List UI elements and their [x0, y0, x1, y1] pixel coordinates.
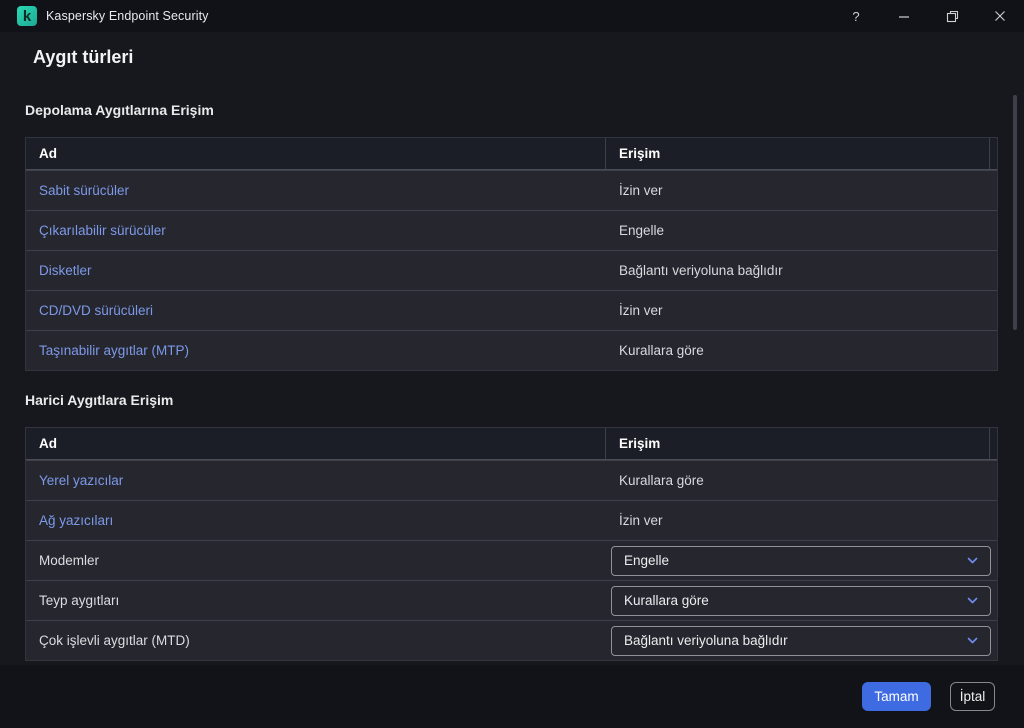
column-header-name[interactable]: Ad — [26, 428, 606, 459]
access-value: İzin ver — [619, 183, 663, 198]
device-link-cd-dvd-drives[interactable]: CD/DVD sürücüleri — [39, 303, 153, 318]
chevron-down-icon — [965, 593, 980, 608]
table-row: Disketler Bağlantı veriyoluna bağlıdır — [26, 250, 997, 290]
dialog-footer: Tamam İptal — [0, 665, 1024, 728]
dropdown-selected-value: Bağlantı veriyoluna bağlıdır — [624, 633, 965, 648]
chevron-down-icon — [965, 633, 980, 648]
access-value: Engelle — [619, 223, 664, 238]
access-dropdown-modems[interactable]: Engelle — [611, 546, 991, 576]
device-link-portable-devices-mtp[interactable]: Taşınabilir aygıtlar (MTP) — [39, 343, 189, 358]
table-row: Teyp aygıtları Kurallara göre — [26, 580, 997, 620]
section-heading-storage: Depolama Aygıtlarına Erişim — [25, 102, 998, 118]
column-header-name[interactable]: Ad — [26, 138, 606, 169]
ok-button[interactable]: Tamam — [862, 682, 931, 711]
titlebar: k Kaspersky Endpoint Security ? — [0, 0, 1024, 32]
access-value: İzin ver — [619, 303, 663, 318]
restore-icon — [946, 10, 959, 23]
column-header-access[interactable]: Erişim — [606, 428, 989, 459]
access-dropdown-multifunctional-devices[interactable]: Bağlantı veriyoluna bağlıdır — [611, 626, 991, 656]
table-row: Çıkarılabilir sürücüler Engelle — [26, 210, 997, 250]
logo-letter: k — [23, 9, 31, 24]
access-dropdown-tape-devices[interactable]: Kurallara göre — [611, 586, 991, 616]
table-row: Modemler Engelle — [26, 540, 997, 580]
table-header: Ad Erişim — [26, 138, 997, 170]
table-row: Yerel yazıcılar Kurallara göre — [26, 460, 997, 500]
vertical-scrollbar-thumb[interactable] — [1013, 95, 1017, 330]
device-link-hard-drives[interactable]: Sabit sürücüler — [39, 183, 129, 198]
close-button[interactable] — [976, 0, 1024, 32]
dropdown-selected-value: Engelle — [624, 553, 965, 568]
table-row: Sabit sürücüler İzin ver — [26, 170, 997, 210]
restore-button[interactable] — [928, 0, 976, 32]
kaspersky-logo-icon: k — [17, 6, 37, 26]
chevron-down-icon — [965, 553, 980, 568]
close-icon — [994, 10, 1006, 22]
table-row: Ağ yazıcıları İzin ver — [26, 500, 997, 540]
device-link-network-printers[interactable]: Ağ yazıcıları — [39, 513, 113, 528]
column-header-access[interactable]: Erişim — [606, 138, 989, 169]
device-name-multifunctional-devices: Çok işlevli aygıtlar (MTD) — [39, 633, 190, 648]
page-title: Aygıt türleri — [33, 46, 998, 68]
column-header-spacer — [989, 138, 997, 169]
access-value: Kurallara göre — [619, 343, 704, 358]
storage-devices-table: Ad Erişim Sabit sürücüler İzin ver Çıkar… — [25, 137, 998, 371]
app-title: Kaspersky Endpoint Security — [46, 9, 209, 23]
table-row: Çok işlevli aygıtlar (MTD) Bağlantı veri… — [26, 620, 997, 660]
external-devices-table: Ad Erişim Yerel yazıcılar Kurallara göre… — [25, 427, 998, 661]
table-header: Ad Erişim — [26, 428, 997, 460]
table-row: CD/DVD sürücüleri İzin ver — [26, 290, 997, 330]
device-name-modems: Modemler — [39, 553, 99, 568]
device-link-removable-drives[interactable]: Çıkarılabilir sürücüler — [39, 223, 166, 238]
help-icon: ? — [852, 9, 859, 24]
dropdown-selected-value: Kurallara göre — [624, 593, 965, 608]
section-heading-external: Harici Aygıtlara Erişim — [25, 392, 998, 408]
device-link-floppy-disks[interactable]: Disketler — [39, 263, 92, 278]
device-link-local-printers[interactable]: Yerel yazıcılar — [39, 473, 123, 488]
dialog-content: Aygıt türleri Depolama Aygıtlarına Erişi… — [0, 46, 1024, 661]
help-button[interactable]: ? — [832, 0, 880, 32]
minimize-icon — [898, 10, 910, 22]
column-header-spacer — [989, 428, 997, 459]
access-value: Kurallara göre — [619, 473, 704, 488]
access-value: İzin ver — [619, 513, 663, 528]
device-name-tape-devices: Teyp aygıtları — [39, 593, 119, 608]
window-controls: ? — [832, 0, 1024, 32]
access-value: Bağlantı veriyoluna bağlıdır — [619, 263, 783, 278]
cancel-button[interactable]: İptal — [950, 682, 995, 711]
table-row: Taşınabilir aygıtlar (MTP) Kurallara gör… — [26, 330, 997, 370]
minimize-button[interactable] — [880, 0, 928, 32]
